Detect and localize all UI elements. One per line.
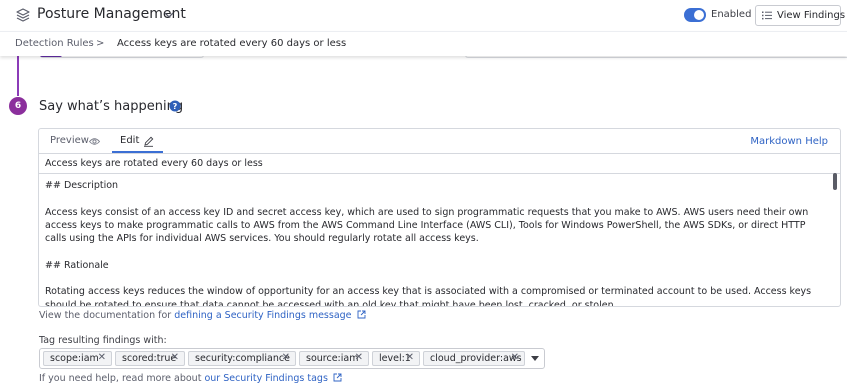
tag-label: cloud_provider:aws xyxy=(430,353,522,364)
tag-label: scope:iam xyxy=(50,353,99,364)
close-icon[interactable]: ✕ xyxy=(282,352,290,363)
external-link-icon[interactable] xyxy=(333,373,342,382)
pencil-icon[interactable] xyxy=(143,136,154,147)
tag-label: security:compliance xyxy=(195,353,290,364)
message-body-textarea[interactable]: ## Description Access keys consist of an… xyxy=(39,174,840,307)
close-icon[interactable]: ✕ xyxy=(355,352,363,363)
tab-edit[interactable]: Edit xyxy=(120,135,139,146)
chevron-down-icon[interactable] xyxy=(163,9,175,21)
message-title-input[interactable]: Access keys are rotated every 60 days or… xyxy=(39,154,840,174)
rationale-heading: ## Rationale xyxy=(45,259,109,271)
caret-down-icon[interactable] xyxy=(531,356,539,361)
tags-input[interactable]: scope:iam ✕ scored:true ✕ security:complia… xyxy=(39,348,545,369)
tag-chip: level:1 ✕ xyxy=(372,351,420,366)
breadcrumb-separator: > xyxy=(96,38,105,49)
step-connector-line xyxy=(17,56,19,96)
markdown-help-link[interactable]: Markdown Help xyxy=(750,136,828,147)
enabled-toggle-label: Enabled xyxy=(711,9,752,20)
editor-tabs: Preview Edit Markdown Help xyxy=(39,129,840,154)
close-icon[interactable]: ✕ xyxy=(511,352,519,363)
top-bar: Posture Management Enabled View Findings xyxy=(0,0,847,31)
tag-chip: scope:iam ✕ xyxy=(43,351,112,366)
external-link-icon[interactable] xyxy=(357,310,366,319)
description-paragraph: Access keys consist of an access key ID … xyxy=(45,206,809,245)
tag-label: scored:true xyxy=(122,353,177,364)
tag-label: source:iam xyxy=(306,353,359,364)
close-icon[interactable]: ✕ xyxy=(406,352,414,363)
help-prefix: If you need help, read more about xyxy=(39,373,205,384)
rationale-paragraph: Rotating access keys reduces the window … xyxy=(45,286,812,307)
documentation-prefix: View the documentation for xyxy=(39,310,175,321)
documentation-link[interactable]: defining a Security Findings message xyxy=(174,310,351,321)
description-heading: ## Description xyxy=(45,180,119,191)
posture-management-icon xyxy=(16,8,30,22)
tags-label: Tag resulting findings with: xyxy=(39,335,167,346)
close-icon[interactable]: ✕ xyxy=(98,352,106,363)
active-tab-indicator xyxy=(112,151,163,153)
close-icon[interactable]: ✕ xyxy=(171,352,179,363)
breadcrumb-detection-rules[interactable]: Detection Rules xyxy=(15,38,94,49)
tag-chip: security:compliance ✕ xyxy=(188,351,296,366)
tag-chip: source:iam ✕ xyxy=(299,351,369,366)
editor-scrollbar[interactable] xyxy=(833,173,837,190)
view-findings-label: View Findings xyxy=(777,10,846,21)
tag-chip: scored:true ✕ xyxy=(115,351,185,366)
tag-chip: cloud_provider:aws ✕ xyxy=(423,351,525,366)
breadcrumb: Detection Rules > Access keys are rotate… xyxy=(0,31,847,56)
security-findings-tags-link[interactable]: our Security Findings tags xyxy=(204,373,327,384)
eye-icon[interactable] xyxy=(89,137,100,146)
tab-preview[interactable]: Preview xyxy=(50,135,89,146)
list-icon xyxy=(762,11,772,20)
svg-text:?: ? xyxy=(173,102,178,111)
question-circle-icon[interactable]: ? xyxy=(169,100,181,112)
message-editor: Preview Edit Markdown Help Access keys a… xyxy=(38,128,841,307)
step-title: Say what’s happening xyxy=(39,99,184,114)
breadcrumb-current-rule: Access keys are rotated every 60 days or… xyxy=(117,38,347,49)
enabled-toggle[interactable] xyxy=(684,8,706,22)
step-number-badge: 6 xyxy=(9,97,27,115)
view-findings-button[interactable]: View Findings xyxy=(755,5,845,26)
documentation-line: View the documentation for defining a Se… xyxy=(39,310,366,321)
help-line: If you need help, read more about our Se… xyxy=(39,373,342,384)
